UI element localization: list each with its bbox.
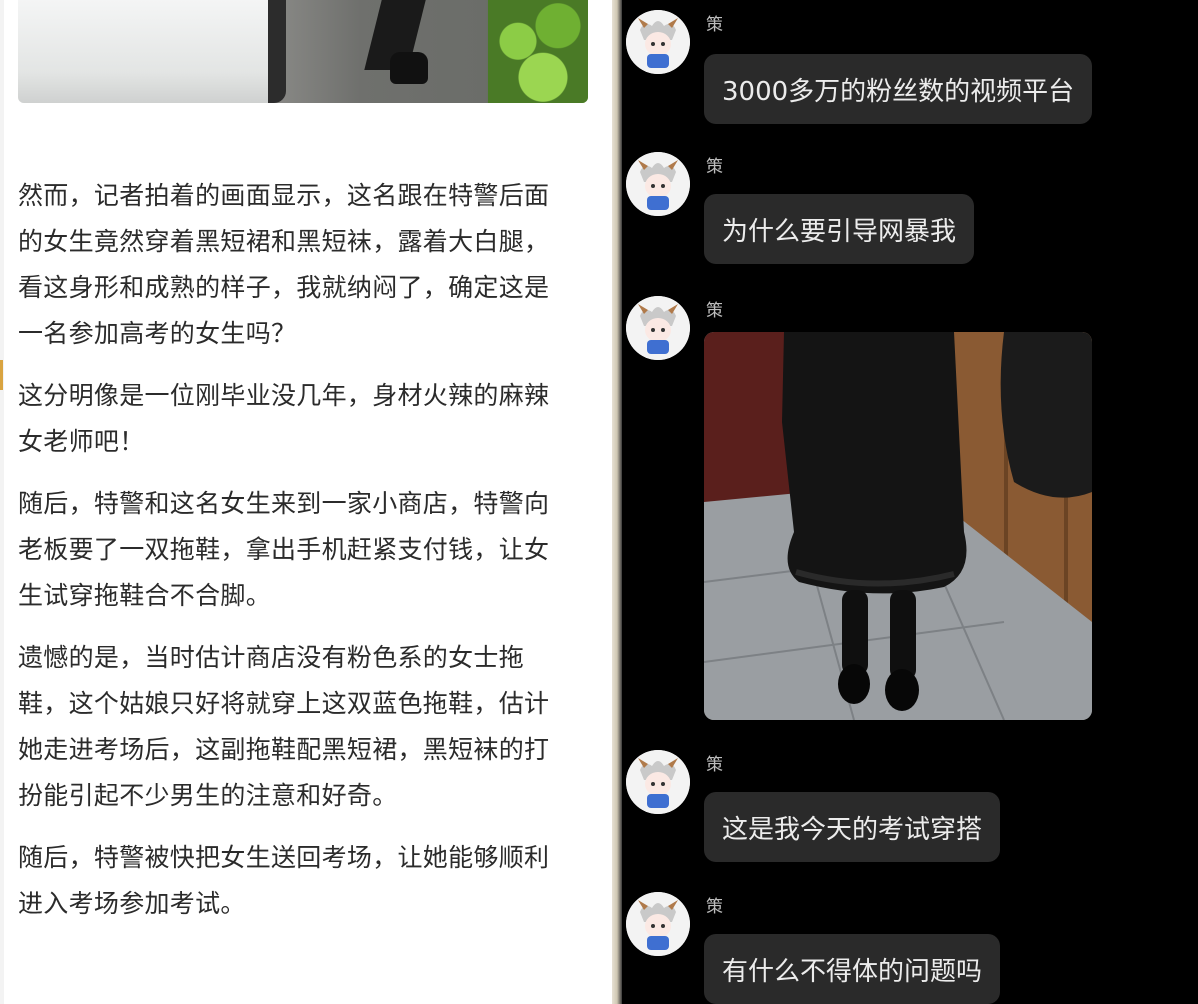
article-line: 鞋，这个姑娘只好将就穿上这双蓝色拖鞋，估计 — [18, 689, 550, 718]
article-line: 老板要了一双拖鞋，拿出手机赶紧支付钱，让女 — [18, 535, 550, 564]
chat-message: 策 这是我今天的考试穿搭 — [622, 748, 1198, 868]
anime-avatar-icon — [626, 152, 690, 216]
chat-bubble[interactable]: 3000多万的粉丝数的视频平台 — [704, 54, 1093, 124]
chat-message: 策 — [622, 294, 1198, 724]
article-paragraph: 随后，特警被快把女生送回考场，让她能够顺利 进入考场参加考试。 — [18, 835, 598, 927]
chat-message: 策 有什么不得体的问题吗 — [622, 890, 1198, 1004]
anime-avatar-icon — [626, 10, 690, 74]
article-line: 扮能引起不少男生的注意和好奇。 — [18, 781, 398, 810]
panel-divider — [612, 0, 622, 1004]
photo-car-shape — [18, 0, 286, 103]
article-line: 随后，特警被快把女生送回考场，让她能够顺利 — [18, 843, 550, 872]
article-paragraph: 然而，记者拍着的画面显示，这名跟在特警后面 的女生竟然穿着黑短裙和黑短袜，露着大… — [18, 173, 598, 357]
avatar[interactable] — [626, 152, 690, 216]
chat-message: 策 为什么要引导网暴我 — [622, 150, 1198, 270]
sender-name: 策 — [706, 157, 723, 177]
photo-leaves-shape — [488, 0, 588, 103]
chat-bubble[interactable]: 有什么不得体的问题吗 — [704, 934, 1001, 1004]
article-paragraph: 这分明像是一位刚毕业没几年，身材火辣的麻辣 女老师吧！ — [18, 373, 598, 465]
anime-avatar-icon — [626, 750, 690, 814]
article-line: 生试穿拖鞋合不合脚。 — [18, 581, 272, 610]
edge-marker — [0, 360, 3, 390]
outfit-photo-image — [704, 332, 1092, 720]
article-panel: 然而，记者拍着的画面显示，这名跟在特警后面 的女生竟然穿着黑短裙和黑短袜，露着大… — [0, 0, 612, 1004]
avatar[interactable] — [626, 296, 690, 360]
article-body: 然而，记者拍着的画面显示，这名跟在特警后面 的女生竟然穿着黑短裙和黑短袜，露着大… — [18, 173, 598, 943]
anime-avatar-icon — [626, 892, 690, 956]
article-line: 随后，特警和这名女生来到一家小商店，特警向 — [18, 489, 550, 518]
article-line: 这分明像是一位刚毕业没几年，身材火辣的麻辣 — [18, 381, 550, 410]
anime-avatar-icon — [626, 296, 690, 360]
chat-bubble[interactable]: 为什么要引导网暴我 — [704, 194, 975, 264]
avatar[interactable] — [626, 892, 690, 956]
article-line: 遗憾的是，当时估计商店没有粉色系的女士拖 — [18, 643, 525, 672]
chat-bubble[interactable]: 这是我今天的考试穿搭 — [704, 792, 1001, 862]
article-line: 然而，记者拍着的画面显示，这名跟在特警后面 — [18, 181, 550, 210]
article-line: 的女生竟然穿着黑短裙和黑短袜，露着大白腿， — [18, 227, 550, 256]
avatar[interactable] — [626, 750, 690, 814]
article-line: 女老师吧！ — [18, 427, 145, 456]
left-edge-strip — [0, 0, 4, 1004]
sender-name: 策 — [706, 755, 723, 775]
sender-name: 策 — [706, 15, 723, 35]
article-line: 进入考场参加考试。 — [18, 889, 246, 918]
article-top-photo — [18, 0, 588, 103]
sender-name: 策 — [706, 897, 723, 917]
article-line: 看这身形和成熟的样子，我就纳闷了，确定这是 — [18, 273, 550, 302]
sender-name: 策 — [706, 301, 723, 321]
article-line: 一名参加高考的女生吗？ — [18, 319, 297, 348]
chat-image-bubble[interactable] — [704, 332, 1092, 720]
article-paragraph: 随后，特警和这名女生来到一家小商店，特警向 老板要了一双拖鞋，拿出手机赶紧支付钱… — [18, 481, 598, 619]
article-line: 她走进考场后，这副拖鞋配黑短裙，黑短袜的打 — [18, 735, 550, 764]
chat-panel[interactable]: 策 3000多万的粉丝数的视频平台 策 为什么要引导网暴我 策 策 这是我今天的… — [622, 0, 1198, 1004]
avatar[interactable] — [626, 10, 690, 74]
article-paragraph: 遗憾的是，当时估计商店没有粉色系的女士拖 鞋，这个姑娘只好将就穿上这双蓝色拖鞋，… — [18, 635, 598, 819]
chat-message: 策 3000多万的粉丝数的视频平台 — [622, 8, 1198, 128]
photo-shoe-shape — [390, 52, 428, 84]
